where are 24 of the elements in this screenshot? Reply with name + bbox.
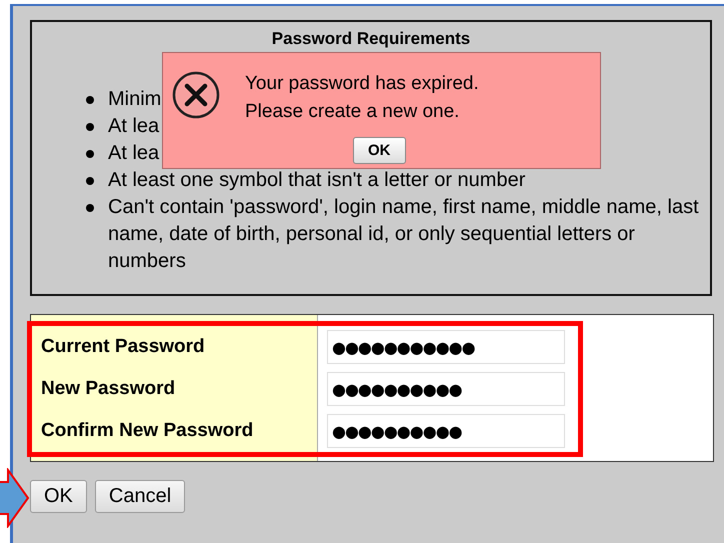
bullet-icon [86,204,94,212]
form-button[interactable]: OK [30,480,87,513]
password-field[interactable]: ●●●●●●●●●● [327,414,565,448]
alert-message: Your password has expired. [245,72,479,96]
field-label: Current Password [41,335,206,359]
requirements-title: Password Requirements [270,29,472,49]
error-icon [172,71,220,119]
field-label: New Password [41,377,176,401]
field-label: Confirm New Password [41,419,254,443]
password-field[interactable]: ●●●●●●●●●●● [327,330,565,364]
pointer-arrow [0,468,30,528]
bullet-icon [86,96,94,104]
requirement-text: At lea [108,141,160,166]
requirement-text: Minim [108,87,162,112]
requirement-text: Can't contain 'password', login name, first name, middle name, last name, date of birth, personal id, or only sequential letters or numbers [108,195,700,274]
form-button[interactable]: Cancel [94,480,186,513]
bullet-icon [86,150,94,158]
requirement-text: At least one symbol that isn't a letter or number [108,168,526,193]
password-field[interactable]: ●●●●●●●●●● [327,372,565,406]
bullet-icon [86,177,94,185]
bullet-icon [86,123,94,131]
alert-message: Please create a new one. [245,100,460,124]
ok-button[interactable]: OK [353,137,406,164]
requirement-text: At lea [108,114,160,139]
